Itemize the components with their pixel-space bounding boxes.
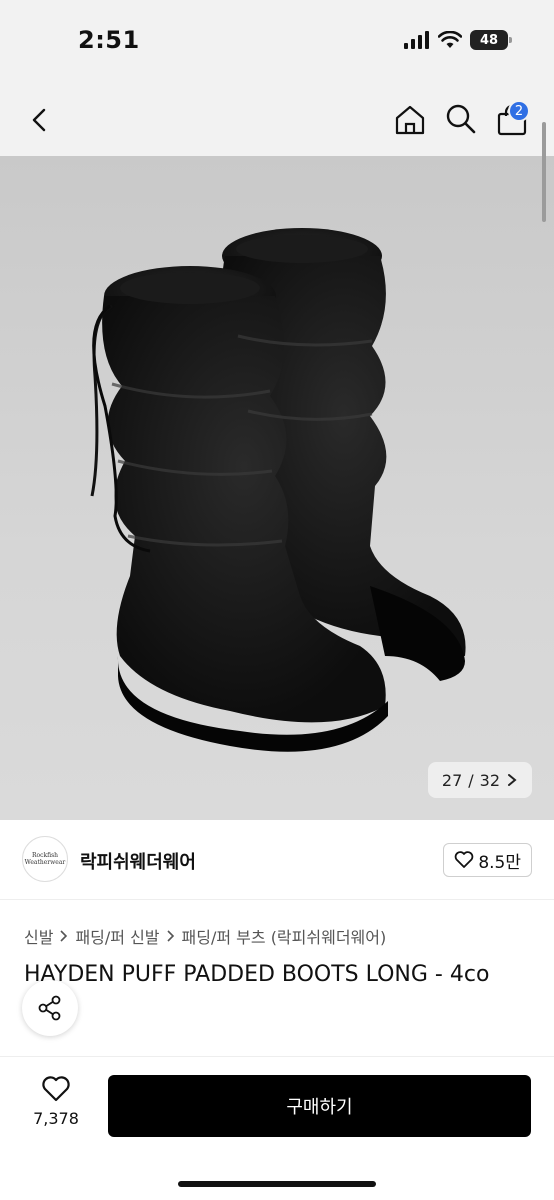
- breadcrumb-item[interactable]: 패딩/퍼 신발: [75, 924, 159, 948]
- battery-icon: 48: [470, 30, 512, 50]
- chevron-right-icon: [508, 774, 517, 786]
- image-counter-current: 27: [441, 770, 463, 790]
- wishlist-count: 7,378: [33, 1109, 79, 1128]
- image-counter-separator: /: [468, 770, 474, 790]
- heart-outline-icon: [42, 1076, 70, 1102]
- buy-button[interactable]: 구매하기: [108, 1075, 531, 1137]
- brand-like-count: 8.5만: [478, 852, 521, 873]
- home-icon[interactable]: [392, 102, 428, 138]
- share-button[interactable]: [22, 980, 78, 1036]
- chevron-right-icon: [166, 930, 174, 942]
- search-icon[interactable]: [444, 102, 478, 136]
- image-counter[interactable]: 27 / 32: [427, 762, 532, 798]
- heart-outline-icon: [455, 851, 474, 868]
- chevron-right-icon: [60, 930, 68, 942]
- seller-logo[interactable]: Rockfish Weatherwear: [22, 836, 68, 882]
- back-arrow-icon[interactable]: [24, 104, 56, 136]
- seller-logo-text: Rockfish Weatherwear: [24, 852, 66, 866]
- signal-icon: [404, 31, 429, 49]
- status-bar: 2:51 48: [0, 0, 554, 84]
- seller-name[interactable]: 락피쉬웨더웨어: [80, 848, 196, 874]
- product-image-gallery[interactable]: 27 / 32: [0, 156, 554, 820]
- top-nav-bar: [0, 84, 554, 156]
- bottom-action-bar: 7,378 구매하기: [0, 1056, 554, 1200]
- battery-level: 48: [479, 32, 499, 48]
- wifi-icon: [438, 31, 462, 48]
- breadcrumb-item[interactable]: 패딩/퍼 부츠 (락피쉬웨더웨어): [182, 924, 387, 948]
- product-image-boots: [90, 228, 466, 752]
- scroll-indicator[interactable]: [542, 122, 546, 222]
- seller-row[interactable]: Rockfish Weatherwear 락피쉬웨더웨어 8.5만: [0, 820, 554, 900]
- breadcrumb: 신발 패딩/퍼 신발 패딩/퍼 부츠 (락피쉬웨더웨어): [24, 924, 386, 948]
- status-time: 2:51: [78, 26, 140, 54]
- share-icon: [38, 995, 61, 1021]
- image-counter-total: 32: [479, 770, 500, 790]
- wishlist-button[interactable]: 7,378: [24, 1075, 88, 1128]
- cart-count-badge: 2: [508, 100, 530, 122]
- brand-like-button[interactable]: 8.5만: [443, 843, 532, 877]
- product-title: HAYDEN PUFF PADDED BOOTS LONG - 4co: [24, 962, 490, 987]
- home-indicator: [178, 1181, 376, 1187]
- breadcrumb-item[interactable]: 신발: [24, 924, 53, 948]
- status-icons: 48: [404, 30, 512, 50]
